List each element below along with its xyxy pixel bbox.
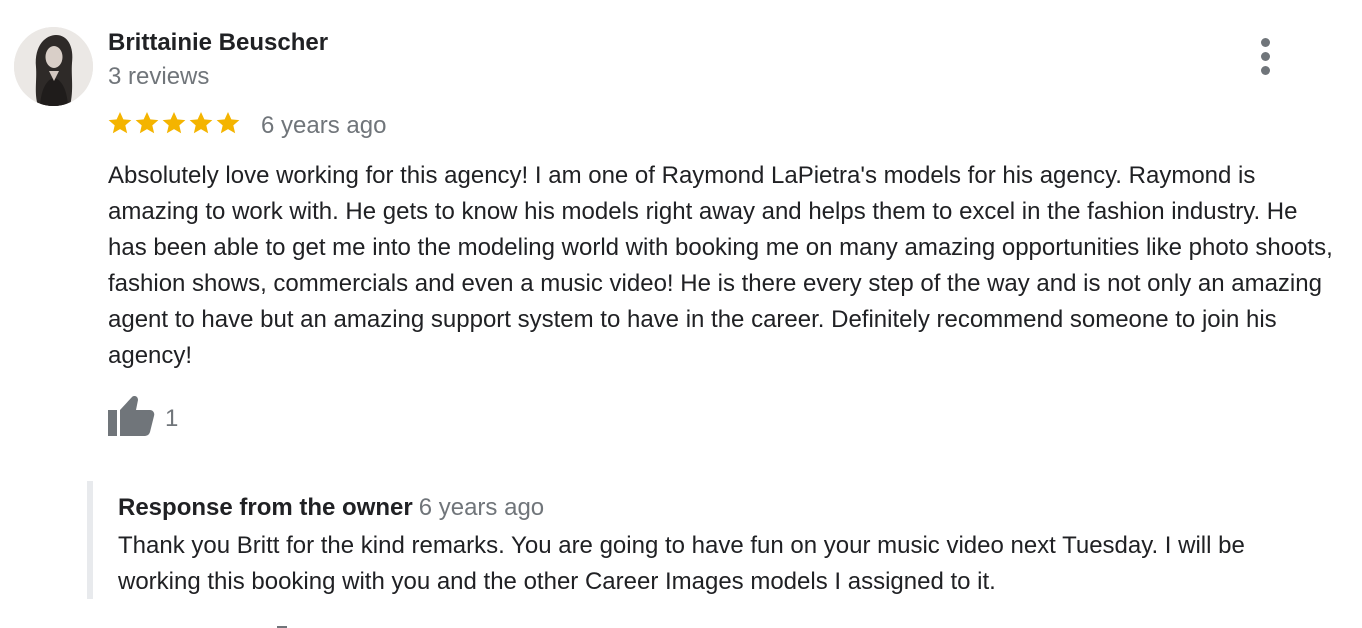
more-vert-icon xyxy=(1260,37,1270,47)
avatar[interactable] xyxy=(14,27,93,106)
owner-response-text: Thank you Britt for the kind remarks. Yo… xyxy=(118,532,1245,595)
reviewer-photo xyxy=(14,27,93,106)
thumb-up-icon xyxy=(108,396,155,436)
more-options-button[interactable] xyxy=(1248,36,1282,76)
star-icon xyxy=(189,111,213,134)
review-text: Absolutely love working for this agency!… xyxy=(108,162,1333,369)
thumb-up-icon[interactable] xyxy=(130,620,150,628)
share-icon[interactable] xyxy=(268,620,296,628)
more-vert-icon-dot xyxy=(1260,51,1270,61)
owner-response-label: Response from the owner xyxy=(118,494,413,521)
star-icon xyxy=(135,111,159,134)
star-icon xyxy=(162,111,186,134)
owner-response-header: Response from the owner 6 years ago xyxy=(118,494,544,522)
like-count: 1 xyxy=(165,405,179,432)
reviewer-name[interactable]: Brittainie Beuscher xyxy=(108,29,328,57)
review-count[interactable]: 3 reviews xyxy=(108,63,209,91)
owner-response: Response from the owner 6 years ago Thank… xyxy=(87,481,1343,599)
star-icon xyxy=(108,111,132,134)
star-rating xyxy=(107,110,241,136)
review-timestamp: 6 years ago xyxy=(261,112,387,139)
more-vert-icon-dot xyxy=(1260,65,1270,75)
owner-response-timestamp: 6 years ago xyxy=(418,494,545,521)
star-icon xyxy=(216,111,240,134)
like-button[interactable] xyxy=(106,394,158,438)
